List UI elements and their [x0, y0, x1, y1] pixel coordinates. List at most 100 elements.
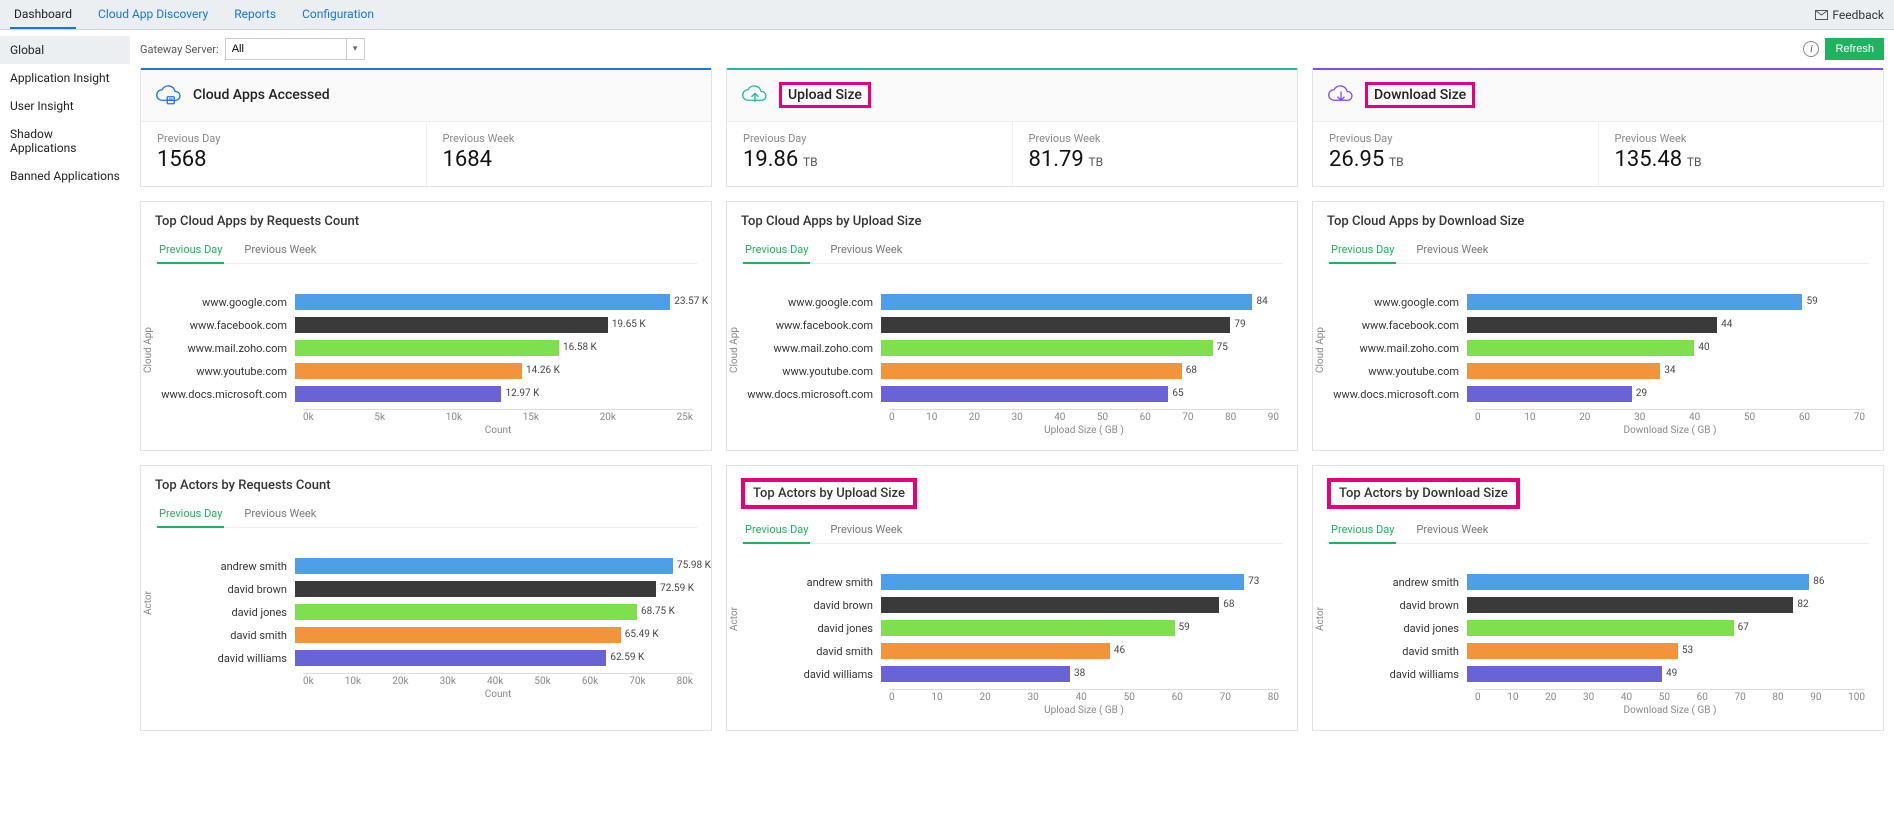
bar-track: 19.65 K	[295, 317, 693, 333]
refresh-button[interactable]: Refresh	[1825, 38, 1884, 60]
chart-tab[interactable]: Previous Day	[743, 517, 810, 544]
axis-tick: 50	[1659, 692, 1670, 703]
chart-title-text: Top Actors by Download Size	[1327, 478, 1520, 509]
bar-track: 67	[1467, 620, 1865, 636]
bar-track: 59	[1467, 294, 1865, 310]
bar-track: 86	[1467, 574, 1865, 590]
feedback-link[interactable]: Feedback	[1815, 8, 1884, 22]
bar-fill	[1467, 643, 1678, 659]
chart-tab[interactable]: Previous Day	[743, 237, 810, 264]
x-axis: 0k10k20k30k40k50k60k70k80k	[303, 673, 693, 687]
chart-tab[interactable]: Previous Day	[157, 237, 224, 264]
stat-unit: TB	[1684, 155, 1701, 169]
axis-tick: 50	[1744, 412, 1755, 423]
axis-tick: 10k	[446, 412, 462, 423]
bar-category: www.google.com	[155, 296, 295, 309]
chart-tab[interactable]: Previous Week	[242, 501, 318, 527]
y-axis-label: Actor	[143, 591, 154, 615]
chart-body: Cloud Appwww.google.com59www.facebook.co…	[1313, 264, 1883, 450]
info-icon[interactable]: i	[1803, 41, 1819, 57]
chart-card: Top Actors by Requests Count Previous Day…	[140, 465, 712, 731]
bar-fill	[295, 340, 559, 356]
chart-tab[interactable]: Previous Week	[828, 237, 904, 263]
bar-row: david brown82	[1327, 597, 1865, 613]
stat-block: Previous Day26.95 TB	[1313, 122, 1598, 186]
bar-row: www.google.com84	[741, 294, 1279, 310]
sidebar-item-user-insight[interactable]: User Insight	[0, 92, 130, 120]
x-axis-label: Download Size ( GB )	[1475, 425, 1865, 436]
axis-tick: 5k	[374, 412, 385, 423]
axis-tick: 20	[979, 692, 990, 703]
bar-category: david brown	[1327, 599, 1467, 612]
stat-block: Previous Week 1684	[426, 122, 712, 186]
axis-tick: 0	[889, 692, 895, 703]
bar-category: david brown	[741, 599, 881, 612]
gateway-input[interactable]	[226, 39, 346, 59]
nav-tab-cloud-app-discovery[interactable]: Cloud App Discovery	[94, 1, 212, 29]
axis-tick: 30	[1028, 692, 1039, 703]
chart-card: Top Cloud Apps by Requests CountPrevious…	[140, 201, 712, 451]
bar-track: 75	[881, 340, 1279, 356]
bar-fill	[881, 666, 1070, 682]
chart-tab[interactable]: Previous Day	[157, 501, 224, 528]
bar-category: www.mail.zoho.com	[741, 342, 881, 355]
chart-header: Top Cloud Apps by Upload SizePrevious Da…	[727, 202, 1297, 264]
gateway-select[interactable]: ▾	[225, 38, 365, 60]
chart-tab[interactable]: Previous Week	[1414, 517, 1490, 543]
bar-fill	[1467, 574, 1809, 590]
axis-tick: 70	[1735, 692, 1746, 703]
bar-fill	[295, 604, 637, 620]
axis-tick: 10	[931, 692, 942, 703]
bar-category: david williams	[1327, 668, 1467, 681]
bar-fill	[295, 650, 606, 666]
sidebar-item-shadow-applications[interactable]: Shadow Applications	[0, 120, 130, 162]
sidebar-item-application-insight[interactable]: Application Insight	[0, 64, 130, 92]
bar-row: www.mail.zoho.com40	[1327, 340, 1865, 356]
stat-label: Previous Day	[157, 132, 410, 145]
chart-tab[interactable]: Previous Week	[1414, 237, 1490, 263]
chart-tab[interactable]: Previous Day	[1329, 517, 1396, 544]
chart-title: Top Actors by Requests Count	[155, 478, 697, 493]
chart-tab[interactable]: Previous Day	[1329, 237, 1396, 264]
chart-body: Actorandrew smith86david brown82david jo…	[1313, 544, 1883, 730]
sidebar-item-global[interactable]: Global	[0, 36, 130, 64]
bar-value: 86	[1809, 574, 1824, 590]
axis-tick: 60	[1140, 412, 1151, 423]
axis-tick: 80	[1225, 412, 1236, 423]
x-axis: 010203040506070	[1475, 409, 1865, 423]
nav-tab-reports[interactable]: Reports	[230, 1, 280, 29]
sidebar: GlobalApplication InsightUser InsightSha…	[0, 30, 130, 765]
chart-tab[interactable]: Previous Week	[242, 237, 318, 263]
summary-card-download-size: Download SizePrevious Day26.95 TBPreviou…	[1312, 68, 1884, 187]
bar-track: 53	[1467, 643, 1865, 659]
y-axis-label: Cloud App	[729, 327, 740, 373]
chevron-down-icon[interactable]: ▾	[346, 39, 364, 59]
chart-tab[interactable]: Previous Week	[828, 517, 904, 543]
bar-value: 65.49 K	[621, 627, 659, 643]
bar-row: www.youtube.com68	[741, 363, 1279, 379]
bar-row: www.google.com23.57 K	[155, 294, 693, 310]
bar-track: 65	[881, 386, 1279, 402]
bar-row: www.mail.zoho.com16.58 K	[155, 340, 693, 356]
stat-label: Previous Week	[1029, 132, 1282, 145]
bar-fill	[881, 574, 1244, 590]
bar-value: 34	[1660, 363, 1675, 379]
nav-tab-dashboard[interactable]: Dashboard	[10, 1, 76, 29]
gateway-label: Gateway Server:	[140, 43, 219, 56]
chart-body: Actorandrew smith73david brown68david jo…	[727, 544, 1297, 730]
stat-unit: TB	[1086, 155, 1103, 169]
y-axis-label: Actor	[1315, 607, 1326, 631]
sidebar-item-banned-applications[interactable]: Banned Applications	[0, 162, 130, 190]
top-bar: Dashboard Cloud App Discovery Reports Confi…	[0, 0, 1894, 30]
stats-row: Previous Day19.86 TBPrevious Week81.79 T…	[727, 122, 1297, 186]
main-content: Gateway Server: ▾ i Refresh Cloud Apps A…	[130, 30, 1894, 765]
nav-tab-configuration[interactable]: Configuration	[298, 1, 378, 29]
bar-fill	[295, 558, 673, 574]
stat-value: 1684	[443, 147, 696, 172]
bar-row: www.facebook.com79	[741, 317, 1279, 333]
axis-tick: 25k	[677, 412, 693, 423]
stat-label: Previous Week	[443, 132, 696, 145]
bar-value: 79	[1230, 317, 1245, 333]
chart-title: Top Cloud Apps by Download Size	[1327, 214, 1869, 229]
bar-track: 44	[1467, 317, 1865, 333]
